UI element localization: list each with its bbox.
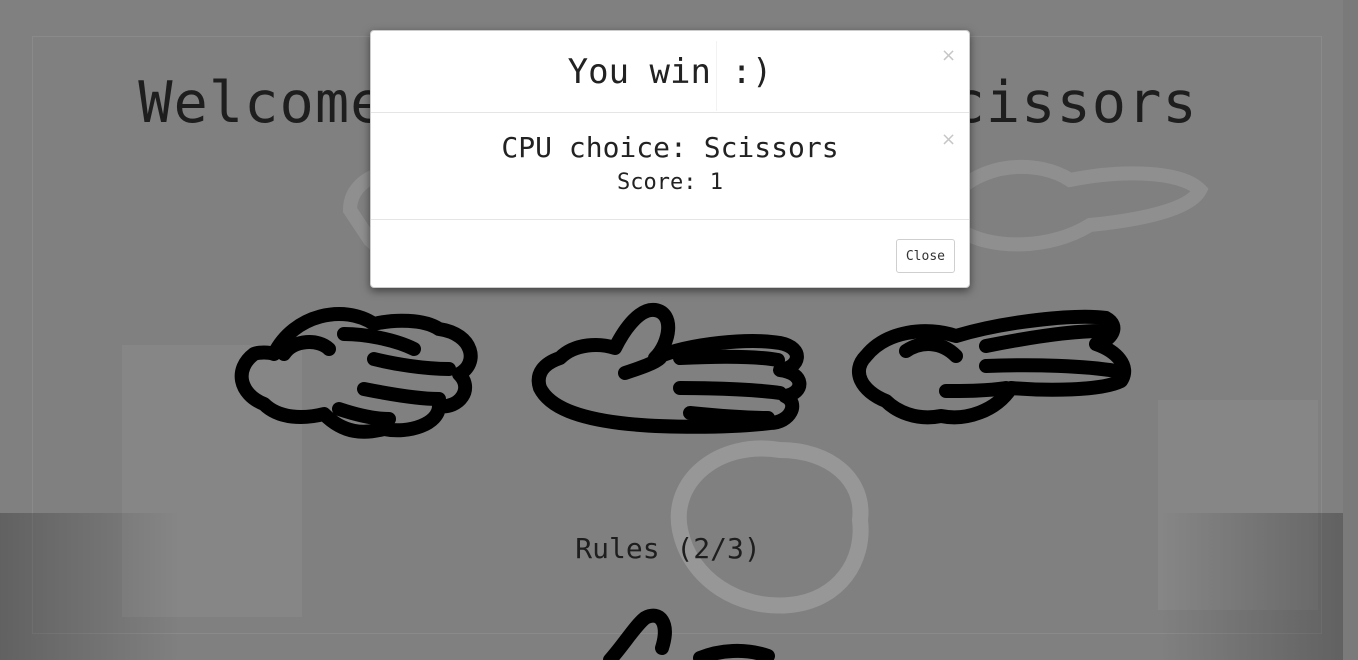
modal-body: CPU choice: Scissors Score: 1 (371, 113, 969, 220)
modal-backdrop[interactable]: × × You win :) CPU choice: Scissors Scor… (0, 0, 1358, 660)
cpu-choice-text: CPU choice: Scissors (501, 131, 839, 164)
score-text: Score: 1 (617, 170, 723, 195)
modal-header: You win :) (371, 31, 969, 113)
close-button[interactable]: Close (895, 239, 955, 273)
modal-title: You win :) (567, 51, 773, 92)
result-modal: × × You win :) CPU choice: Scissors Scor… (370, 30, 970, 288)
modal-footer: Close (371, 220, 969, 287)
